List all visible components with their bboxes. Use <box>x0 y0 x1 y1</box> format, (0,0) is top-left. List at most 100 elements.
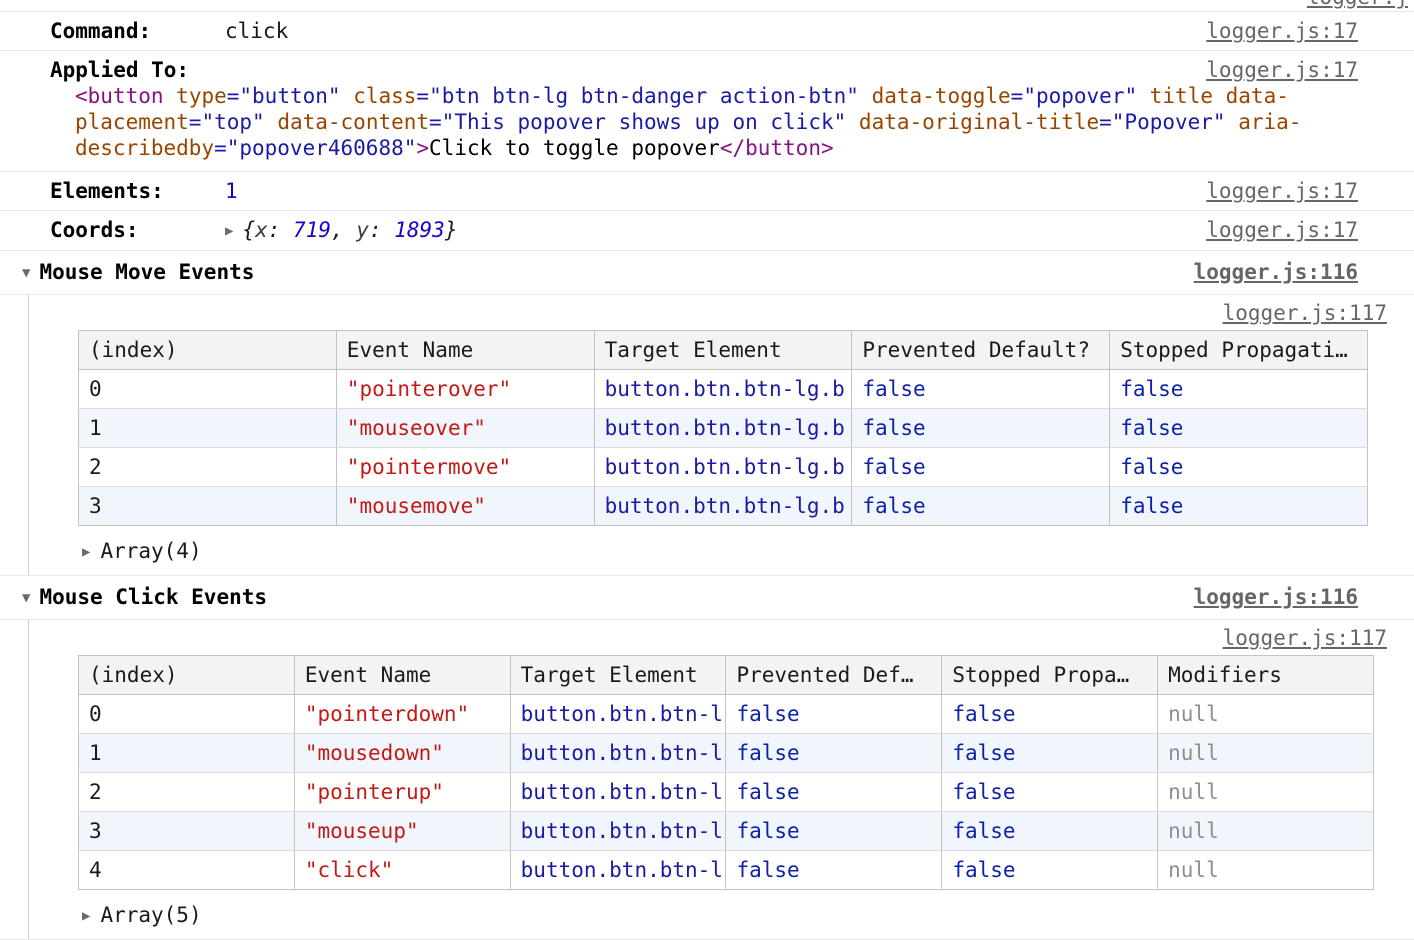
code-token-attr: describedby <box>75 136 214 160</box>
source-link[interactable]: logger.js:116 <box>1194 259 1358 285</box>
element-html-line: <button type="button" class="btn btn-lg … <box>75 83 1354 109</box>
element-html-preview[interactable]: <button type="button" class="btn btn-lg … <box>0 83 1414 171</box>
table-row: 0"pointerover"button.btn.btn-lg.bfalsefa… <box>79 370 1368 409</box>
column-header[interactable]: Stopped Propagati… <box>1110 331 1368 370</box>
cell-index: 2 <box>79 773 295 812</box>
source-link[interactable]: logger.js:17 <box>1206 18 1358 44</box>
code-token-plain <box>265 110 278 134</box>
code-token-attr: data-toggle <box>872 84 1011 108</box>
cell-bool: false <box>726 812 942 851</box>
cell-bool: false <box>852 370 1110 409</box>
column-header[interactable]: Target Element <box>594 331 852 370</box>
code-token-plain <box>846 110 859 134</box>
cell-bool: false <box>1110 448 1368 487</box>
code-token-val: ="Popover" <box>1099 110 1225 134</box>
code-token-val: ="This popover shows up on click" <box>429 110 846 134</box>
column-header[interactable]: Prevented Def… <box>726 656 942 695</box>
cell-index: 0 <box>79 370 337 409</box>
column-header[interactable]: Modifiers <box>1158 656 1374 695</box>
array-summary: ▶ Array(5) <box>29 898 1414 937</box>
coords-label: Coords: <box>50 217 225 243</box>
code-token-text: Click to toggle popover <box>429 136 720 160</box>
console-message-partial: logger.j <box>0 0 1414 12</box>
cell-node-preview[interactable]: button.btn.btn-lg.b <box>594 370 852 409</box>
cell-bool: false <box>726 773 942 812</box>
column-header[interactable]: (index) <box>79 331 337 370</box>
code-token-key: x <box>255 218 268 242</box>
elements-label: Elements: <box>50 178 225 204</box>
code-token-plain: : <box>268 218 293 242</box>
cell-node-preview[interactable]: button.btn.btn-l <box>510 773 726 812</box>
cell-null: null <box>1158 851 1374 890</box>
coords-object-preview[interactable]: {x: 719, y: 1893} <box>242 218 457 242</box>
code-token-attr: placement <box>75 110 189 134</box>
source-link[interactable]: logger.js:116 <box>1194 584 1358 610</box>
column-header[interactable]: Event Name <box>336 331 594 370</box>
code-token-tag: > <box>416 136 429 160</box>
cell-bool: false <box>852 448 1110 487</box>
triangle-collapsed-icon[interactable]: ▶ <box>225 218 233 244</box>
cell-node-preview[interactable]: button.btn.btn-l <box>510 812 726 851</box>
code-token-attr: title <box>1150 84 1213 108</box>
group-header[interactable]: ▼ Mouse Move Events logger.js:116 <box>0 251 1414 295</box>
cell-node-preview[interactable]: button.btn.btn-lg.b <box>594 487 852 526</box>
triangle-collapsed-icon[interactable]: ▶ <box>82 903 90 929</box>
code-token-num: 1893 <box>394 218 445 242</box>
column-header[interactable]: Target Element <box>510 656 726 695</box>
group-body: logger.js:117 (index)Event NameTarget El… <box>28 295 1414 575</box>
source-link[interactable]: logger.js:117 <box>1223 300 1387 326</box>
cell-node-preview[interactable]: button.btn.btn-lg.b <box>594 448 852 487</box>
table-header-row: (index)Event NameTarget ElementPrevented… <box>79 656 1374 695</box>
code-token-attr: data-content <box>277 110 429 134</box>
cell-index: 3 <box>79 812 295 851</box>
source-link[interactable]: logger.js:17 <box>1206 178 1358 204</box>
applied-to-label: Applied To: <box>50 57 225 83</box>
array-label[interactable]: Array(5) <box>100 903 201 927</box>
cell-node-preview[interactable]: button.btn.btn-l <box>510 851 726 890</box>
group-title: Mouse Move Events <box>39 260 254 284</box>
cell-str: "click" <box>294 851 510 890</box>
cell-str: "pointerover" <box>336 370 594 409</box>
cell-bool: false <box>942 851 1158 890</box>
source-link[interactable]: logger.js:17 <box>1206 217 1358 243</box>
group-header[interactable]: ▼Mouse Click Events logger.js:116 <box>0 576 1414 620</box>
triangle-expanded-icon[interactable]: ▼ <box>22 260 30 286</box>
code-token-attr: data- <box>1226 84 1289 108</box>
cell-bool: false <box>942 734 1158 773</box>
cell-bool: false <box>852 487 1110 526</box>
cell-null: null <box>1158 695 1374 734</box>
source-link[interactable]: logger.js:17 <box>1206 57 1358 83</box>
cell-str: "pointermove" <box>336 448 594 487</box>
table-row: 1"mouseover"button.btn.btn-lg.bfalsefals… <box>79 409 1368 448</box>
cell-bool: false <box>942 695 1158 734</box>
code-token-plain <box>164 84 177 108</box>
elements-count-value: 1 <box>225 179 238 203</box>
column-header[interactable]: (index) <box>79 656 295 695</box>
table-row: 4"click"button.btn.btn-lfalsefalsenull <box>79 851 1374 890</box>
column-header[interactable]: Prevented Default? <box>852 331 1110 370</box>
triangle-collapsed-icon[interactable]: ▶ <box>82 539 90 565</box>
cell-str: "mousedown" <box>294 734 510 773</box>
code-token-brace: } <box>445 218 458 242</box>
column-header[interactable]: Event Name <box>294 656 510 695</box>
triangle-expanded-icon[interactable]: ▼ <box>22 585 30 611</box>
code-token-brace: { <box>242 218 255 242</box>
cell-node-preview[interactable]: button.btn.btn-lg.b <box>594 409 852 448</box>
cell-bool: false <box>942 773 1158 812</box>
source-link[interactable]: logger.j <box>1307 0 1408 10</box>
cell-str: "pointerdown" <box>294 695 510 734</box>
table-row: 3"mousemove"button.btn.btn-lg.bfalsefals… <box>79 487 1368 526</box>
code-token-attr: data-original-title <box>859 110 1099 134</box>
source-link[interactable]: logger.js:117 <box>1223 625 1387 651</box>
cell-node-preview[interactable]: button.btn.btn-l <box>510 734 726 773</box>
command-value: click <box>225 19 288 43</box>
console-message-applied-to: Applied To: <button type="button" class=… <box>0 51 1414 172</box>
console-message-elements: Elements:1 logger.js:17 <box>0 172 1414 211</box>
column-header[interactable]: Stopped Propa… <box>942 656 1158 695</box>
element-html-line: placement="top" data-content="This popov… <box>75 109 1354 135</box>
cell-index: 0 <box>79 695 295 734</box>
cell-node-preview[interactable]: button.btn.btn-l <box>510 695 726 734</box>
array-label[interactable]: Array(4) <box>100 539 201 563</box>
cell-null: null <box>1158 812 1374 851</box>
cell-index: 2 <box>79 448 337 487</box>
